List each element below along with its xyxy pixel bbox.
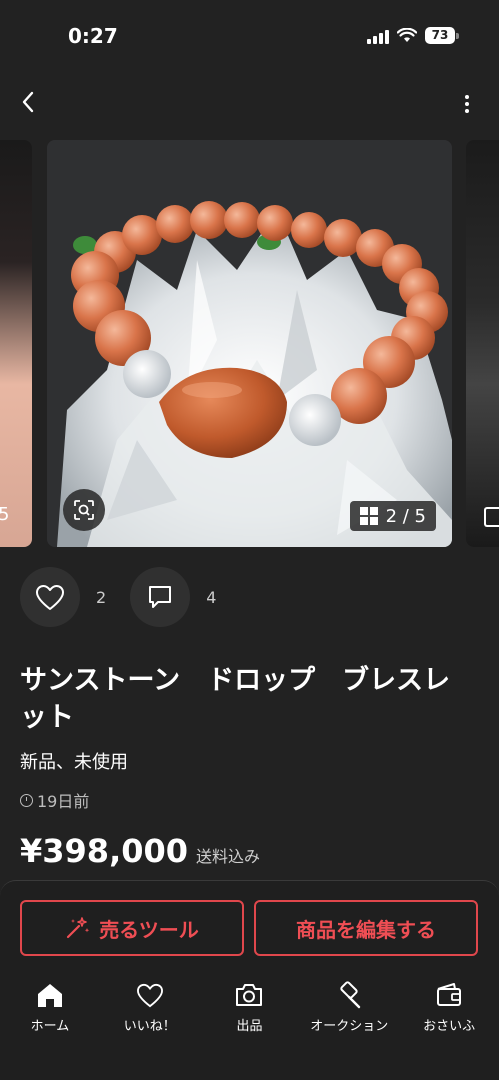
tab-wallet[interactable]: おさいふ [399,981,499,1034]
comment-count: 4 [206,587,217,607]
sell-tools-label: 売るツール [99,917,199,942]
more-button[interactable] [457,90,477,118]
tab-home-label: ホーム [30,1019,70,1034]
zoom-button[interactable] [63,489,105,531]
magic-wand-icon [67,917,90,939]
next-slide-zoom-icon [484,507,499,527]
prev-slide-counter: 5 [0,504,10,525]
wallet-icon [437,983,462,1006]
tab-sell[interactable]: 出品 [200,981,300,1034]
chevron-left-icon [22,91,34,113]
image-carousel[interactable]: 5 2 / 5 [0,140,499,547]
tab-likes[interactable]: いいね！ [100,981,200,1034]
more-vertical-icon [465,95,469,99]
like-button[interactable] [20,567,80,627]
price: ¥398,000 [20,832,189,870]
image-counter[interactable]: 2 / 5 [349,501,436,531]
scan-icon [74,500,94,520]
comment-icon [149,586,172,608]
product-title: サンストーン ドロップ ブレスレット [20,665,451,733]
battery-icon: 73 [425,27,459,44]
clock-icon [20,793,33,807]
signal-icon [367,28,389,44]
image-counter-text: 2 / 5 [385,505,426,527]
status-bar: 0:27 73 [0,0,499,70]
engagement-row: 2 4 [20,567,240,627]
comment-button[interactable] [130,567,191,627]
price-row: ¥398,000 送料込み [20,832,260,870]
tab-home[interactable]: ホーム [0,981,100,1034]
status-icons: 73 [367,27,459,44]
sell-tools-button[interactable]: 売るツール [20,900,244,956]
gavel-icon [340,981,361,1009]
grid-icon [359,507,378,525]
battery-level: 73 [425,27,455,44]
tab-sell-label: 出品 [236,1019,263,1034]
posted-time-text: 19日前 [37,792,90,811]
status-time: 0:27 [68,24,118,48]
bracelet-photo [47,140,452,547]
tab-wallet-label: おさいふ [423,1019,476,1034]
edit-item-label: 商品を編集する [296,917,436,942]
product-image[interactable]: 2 / 5 [47,140,452,547]
next-slide[interactable] [466,140,499,547]
tab-auction[interactable]: オークション [299,981,399,1034]
camera-icon [236,984,263,1006]
back-button[interactable] [14,88,42,116]
bottom-panel: 売るツール 商品を編集する ホーム いいね！ 出品 オークション おさいふ [0,880,499,1080]
home-icon [37,984,62,1007]
heart-icon [36,584,64,610]
wifi-icon [397,27,417,42]
tab-auction-label: オークション [310,1019,389,1034]
like-count: 2 [96,587,107,607]
shipping-label: 送料込み [196,847,261,866]
posted-time: 19日前 [20,788,89,812]
previous-slide[interactable]: 5 [0,140,32,547]
edit-item-button[interactable]: 商品を編集する [254,900,478,956]
tab-likes-label: いいね！ [123,1019,176,1034]
product-condition: 新品、未使用 [20,752,128,773]
tab-bar: ホーム いいね！ 出品 オークション おさいふ [0,981,499,1034]
heart-icon [136,983,163,1007]
